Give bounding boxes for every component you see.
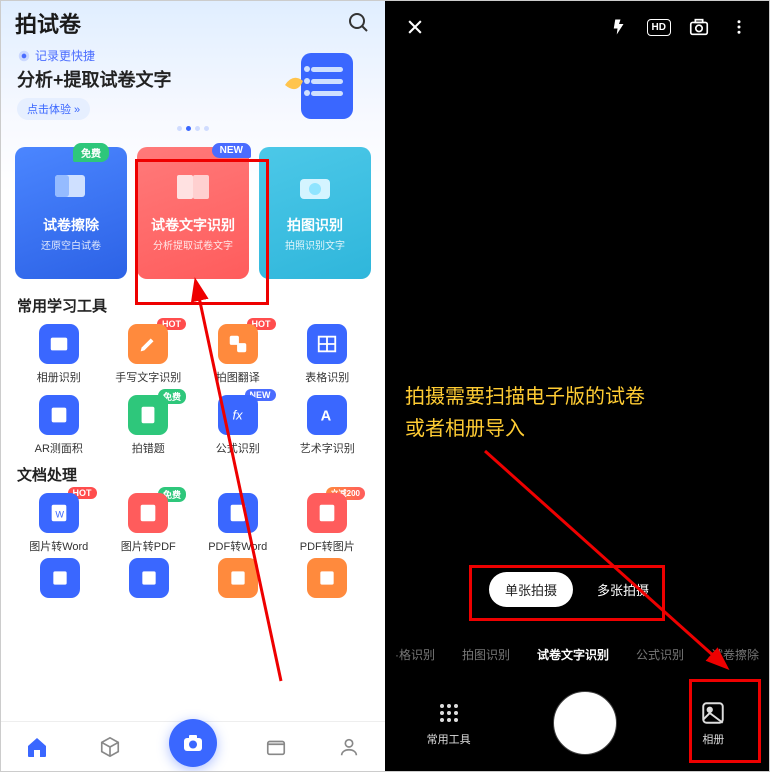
image-icon: [307, 493, 347, 533]
function-icon: fx: [218, 395, 258, 435]
camera-icon: [295, 169, 335, 205]
common-tools-button[interactable]: 常用工具: [427, 699, 471, 747]
font-icon: A: [307, 395, 347, 435]
extra-tool-1[interactable]: [40, 558, 80, 598]
card-title: 拍图识别: [287, 215, 343, 235]
header: 拍试卷: [1, 1, 385, 39]
camera-mode-scroller[interactable]: ·格识别 拍图识别 试卷文字识别 公式识别 试卷擦除: [385, 646, 769, 663]
tool-pdf-to-img[interactable]: 立减200PDF转图片: [286, 493, 370, 554]
ruler-icon: [39, 395, 79, 435]
svg-text:W: W: [55, 510, 64, 520]
close-icon[interactable]: [403, 15, 427, 39]
pencil-icon: [128, 324, 168, 364]
tool-pdf-to-word[interactable]: PDF转Word: [196, 493, 280, 554]
word-icon: W: [39, 493, 79, 533]
card-subtitle: 分析提取试卷文字: [153, 237, 233, 252]
camera-bottom-bar: 常用工具 相册: [385, 675, 769, 771]
section-study-tools: 常用学习工具 相册识别 HOT手写文字识别 HOT拍图翻译 表格识别 AR测面积…: [1, 289, 385, 458]
mode-item-active[interactable]: 试卷文字识别: [531, 646, 615, 663]
camera-top-bar: HD: [385, 1, 769, 53]
shot-mode-toggle: 单张拍摄 多张拍摄: [489, 572, 665, 607]
convert-icon: [218, 493, 258, 533]
camera-switch-icon[interactable]: [687, 15, 711, 39]
search-icon[interactable]: [347, 11, 371, 35]
feature-cards: 免费 试卷擦除 还原空白试卷 NEW 试卷文字识别 分析提取试卷文字 拍图识别 …: [1, 137, 385, 289]
nav-cube[interactable]: [97, 734, 123, 760]
section-title: 文档处理: [17, 464, 369, 485]
mode-item[interactable]: 试卷擦除: [705, 646, 765, 663]
translate-icon: [218, 324, 258, 364]
tool-wrong-question[interactable]: 免费拍错题: [107, 395, 191, 456]
hd-toggle[interactable]: HD: [647, 19, 671, 36]
page-title: 拍试卷: [15, 7, 81, 39]
section-title: 常用学习工具: [17, 295, 369, 316]
card-paper-erase[interactable]: 免费 试卷擦除 还原空白试卷: [15, 147, 127, 279]
tool-table[interactable]: 表格识别: [286, 324, 370, 385]
grid-icon: [435, 699, 463, 727]
svg-text:fx: fx: [232, 408, 243, 423]
promo-banner[interactable]: 记录更快捷 分析+提取试卷文字 点击体验 »: [1, 39, 385, 137]
clipboard-illustration: [265, 39, 361, 135]
sparkle-icon: [17, 49, 31, 63]
extra-tool-3[interactable]: [218, 558, 258, 598]
section-doc-tools: 文档处理 HOTW图片转Word 免费图片转PDF PDF转Word 立减200…: [1, 458, 385, 556]
tool-handwriting[interactable]: HOT手写文字识别: [107, 324, 191, 385]
more-icon[interactable]: [727, 15, 751, 39]
banner-cta-button[interactable]: 点击体验 »: [17, 98, 90, 120]
tool-formula[interactable]: NEWfx公式识别: [196, 395, 280, 456]
card-photo-recognition[interactable]: 拍图识别 拍照识别文字: [259, 147, 371, 279]
single-shot-button[interactable]: 单张拍摄: [489, 572, 573, 607]
nav-profile[interactable]: [336, 734, 362, 760]
table-icon: [307, 324, 347, 364]
shutter-button[interactable]: [554, 692, 616, 754]
nav-files[interactable]: [263, 734, 289, 760]
tool-album-scan[interactable]: 相册识别: [17, 324, 101, 385]
card-title: 试卷擦除: [43, 215, 99, 235]
app-home-screen: 拍试卷 记录更快捷 分析+提取试卷文字 点击体验 » 免费: [1, 1, 385, 771]
album-icon: [699, 699, 727, 727]
card-text-recognition[interactable]: NEW 试卷文字识别 分析提取试卷文字: [137, 147, 249, 279]
book-icon: [173, 169, 213, 205]
card-title: 试卷文字识别: [151, 215, 235, 235]
camera-screen: HD 拍摄需要扫描电子版的试卷 或者相册导入 单张拍摄 多张拍摄 ·格识别 拍图…: [385, 1, 769, 771]
card-subtitle: 拍照识别文字: [285, 237, 345, 252]
multi-shot-button[interactable]: 多张拍摄: [581, 572, 665, 607]
gallery-icon: [39, 324, 79, 364]
svg-text:A: A: [321, 409, 332, 425]
eraser-icon: [51, 169, 91, 205]
nav-home[interactable]: [24, 734, 50, 760]
new-badge: NEW: [212, 143, 251, 158]
extra-tool-2[interactable]: [129, 558, 169, 598]
mode-item[interactable]: 拍图识别: [456, 646, 516, 663]
note-icon: [128, 395, 168, 435]
tool-ar-measure[interactable]: AR测面积: [17, 395, 101, 456]
tool-art-font[interactable]: A艺术字识别: [286, 395, 370, 456]
free-badge: 免费: [73, 143, 109, 162]
flash-icon[interactable]: [607, 15, 631, 39]
pdf-icon: [128, 493, 168, 533]
extra-tools-row: [1, 556, 385, 598]
mode-item[interactable]: 公式识别: [630, 646, 690, 663]
mode-item[interactable]: ·格识别: [389, 646, 441, 663]
album-button[interactable]: 相册: [699, 699, 727, 747]
nav-camera-button[interactable]: [169, 719, 217, 767]
annotation-text: 拍摄需要扫描电子版的试卷 或者相册导入: [405, 381, 645, 445]
extra-tool-4[interactable]: [307, 558, 347, 598]
card-subtitle: 还原空白试卷: [41, 237, 101, 252]
tool-translate[interactable]: HOT拍图翻译: [196, 324, 280, 385]
tool-img-to-pdf[interactable]: 免费图片转PDF: [107, 493, 191, 554]
bottom-nav: [1, 721, 385, 771]
tool-img-to-word[interactable]: HOTW图片转Word: [17, 493, 101, 554]
